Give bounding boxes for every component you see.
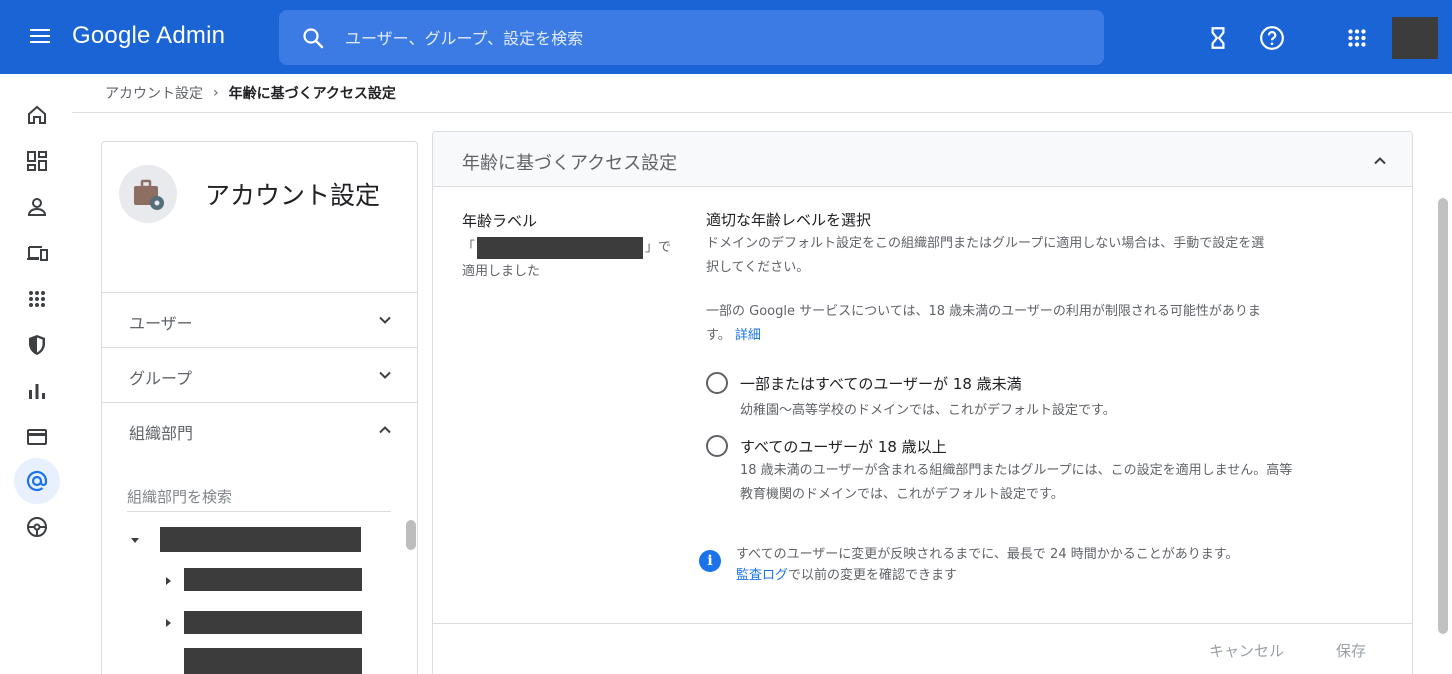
option-description: 18 歳未満のユーザーが含まれる組織部門またはグループには、この設定を適用しませ… [740,463,1293,502]
redacted-org-name [184,611,362,634]
age-label-heading: 年齢ラベル [462,212,538,230]
chevron-up-icon [379,426,391,434]
option-label[interactable]: すべてのユーザーが 18 歳以上 [740,436,947,457]
breadcrumb: アカウント設定 › 年齢に基づくアクセス設定 [105,83,396,103]
billing-card-icon[interactable] [14,414,60,460]
top-app-bar: Google Admin [0,0,1452,74]
reports-bar-chart-icon[interactable] [14,368,60,414]
app-logo[interactable]: Google Admin [72,22,225,50]
account-at-icon[interactable] [14,458,60,504]
option-description: 幼稚園〜高等学校のドメインでは、これがデフォルト設定です。 [740,403,1116,418]
redacted-org-name [477,236,644,259]
help-icon[interactable] [1259,25,1285,51]
applied-line2: 適用しました [462,264,541,279]
breadcrumb-separator: › [213,85,219,101]
search-input[interactable] [345,24,1045,52]
account-settings-panel: アカウント設定 ユーザー グループ 組織部門 [101,141,418,674]
page-scrollbar[interactable] [1438,198,1448,634]
user-icon[interactable] [14,184,60,230]
briefcase-gear-icon [119,165,177,223]
option-label[interactable]: 一部またはすべてのユーザーが 18 歳未満 [740,373,1022,394]
section-groups[interactable]: グループ [102,347,417,402]
age-access-settings-card: 年齢に基づくアクセス設定 年齢ラベル 「 」で 適用しました 適切な年齢レベルを選… [432,131,1413,674]
applied-suffix: 」で [645,240,672,255]
footer-divider [433,623,1412,624]
avatar[interactable] [1392,17,1438,59]
cancel-button[interactable]: キャンセル [1209,640,1284,661]
radio-button[interactable] [706,372,728,394]
info-icon: i [699,550,721,572]
section-label: グループ [129,369,193,388]
applied-from: 「 」で 適用しました [462,236,682,284]
tree-scrollbar[interactable] [406,520,416,550]
menu-icon[interactable] [28,26,52,48]
panel-title: アカウント設定 [205,181,381,210]
apps-grid-icon[interactable] [1344,25,1370,51]
nav-rail [0,74,72,674]
caret-right-icon[interactable] [164,618,174,628]
search-icon[interactable] [301,26,325,50]
redacted-org-name [184,568,362,591]
rules-icon[interactable] [14,504,60,550]
card-title: 年齢に基づくアクセス設定 [462,153,678,174]
select-heading: 適切な年齢レベルを選択 [706,211,872,229]
chevron-down-icon [379,371,391,379]
applied-prefix: 「 [462,240,476,255]
redacted-org-name [160,527,361,552]
radio-button[interactable] [706,435,728,457]
chevron-down-icon [379,316,391,324]
info-line2: で以前の変更を確認できます [788,568,958,583]
section-label: 組織部門 [129,424,194,443]
hourglass-icon[interactable] [1205,25,1231,51]
info-line1: すべてのユーザーに変更が反映されるまでに、最長で 24 時間かかることがあります… [736,547,1239,562]
description-restriction: 一部の Google サービスについては、18 歳未満のユーザーの利用が制限され… [706,300,1266,348]
audit-log-link[interactable]: 監査ログ [736,568,788,583]
redacted-org-name [184,648,362,674]
details-link[interactable]: 詳細 [735,328,761,343]
ou-search-input[interactable] [127,482,391,512]
save-button[interactable]: 保存 [1336,640,1366,661]
chevron-up-icon[interactable] [1370,151,1390,171]
security-shield-icon[interactable] [14,322,60,368]
devices-icon[interactable] [14,230,60,276]
dashboard-icon[interactable] [14,138,60,184]
breadcrumb-parent[interactable]: アカウント設定 [105,83,203,103]
search-bar[interactable] [279,10,1104,65]
section-users[interactable]: ユーザー [102,292,417,347]
info-message: すべてのユーザーに変更が反映されるまでに、最長で 24 時間かかることがあります… [736,544,1356,586]
caret-right-icon[interactable] [164,576,174,586]
home-icon[interactable] [14,92,60,138]
section-label: ユーザー [129,314,193,333]
breadcrumb-current: 年齢に基づくアクセス設定 [228,86,396,102]
caret-down-icon[interactable] [130,536,140,546]
divider [72,112,1452,113]
card-header[interactable]: 年齢に基づくアクセス設定 [433,132,1412,187]
apps-icon[interactable] [14,276,60,322]
description-default: ドメインのデフォルト設定をこの組織部門またはグループに適用しない場合は、手動で設… [706,236,1265,275]
description-text: 一部の Google サービスについては、18 歳未満のユーザーの利用が制限され… [706,304,1261,343]
